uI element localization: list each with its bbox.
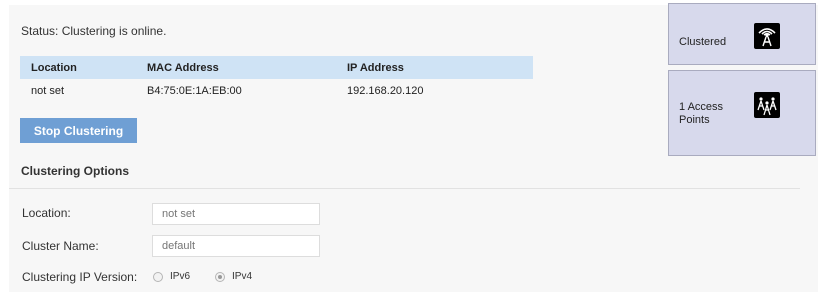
- column-header-mac-address: MAC Address: [136, 56, 336, 79]
- ipv4-radio-label: IPv4: [232, 271, 253, 282]
- cluster-name-input[interactable]: [152, 235, 320, 257]
- cell-mac-address: B4:75:0E:1A:EB:00: [147, 85, 242, 97]
- table-header-row: Location MAC Address IP Address: [20, 56, 533, 79]
- access-points-icon: [754, 92, 780, 118]
- clustered-label: Clustered: [679, 36, 727, 48]
- clustering-options-heading: Clustering Options: [21, 164, 129, 178]
- ip-version-label: Clustering IP Version:: [22, 270, 138, 284]
- ip-version-option-ipv4[interactable]: IPv4: [215, 271, 252, 282]
- ipv6-radio[interactable]: [153, 271, 163, 282]
- location-label: Location:: [22, 206, 71, 220]
- ipv6-radio-label: IPv6: [170, 271, 191, 282]
- cell-location: not set: [31, 85, 65, 97]
- table-row: not set B4:75:0E:1A:EB:00 192.168.20.120: [20, 79, 533, 103]
- column-header-ip-address: IP Address: [336, 56, 533, 79]
- cluster-name-label: Cluster Name:: [22, 239, 99, 253]
- access-points-status-card: 1 Access Points: [668, 70, 816, 156]
- wireless-tower-icon: [754, 23, 780, 49]
- section-divider: [9, 188, 800, 189]
- cluster-members-table: Location MAC Address IP Address not set …: [20, 56, 533, 103]
- cell-ip-address: 192.168.20.120: [347, 85, 424, 97]
- access-points-label-line1: 1 Access: [679, 101, 724, 113]
- access-points-label-line2: Points: [679, 114, 710, 126]
- clustered-status-card: Clustered: [668, 3, 816, 65]
- cluster-status-text: Status: Clustering is online.: [21, 24, 167, 38]
- ip-version-option-ipv6[interactable]: IPv6: [153, 271, 190, 282]
- ipv4-radio[interactable]: [215, 271, 225, 282]
- location-input[interactable]: [152, 203, 320, 225]
- stop-clustering-button[interactable]: Stop Clustering: [20, 118, 137, 143]
- column-header-location: Location: [20, 56, 136, 79]
